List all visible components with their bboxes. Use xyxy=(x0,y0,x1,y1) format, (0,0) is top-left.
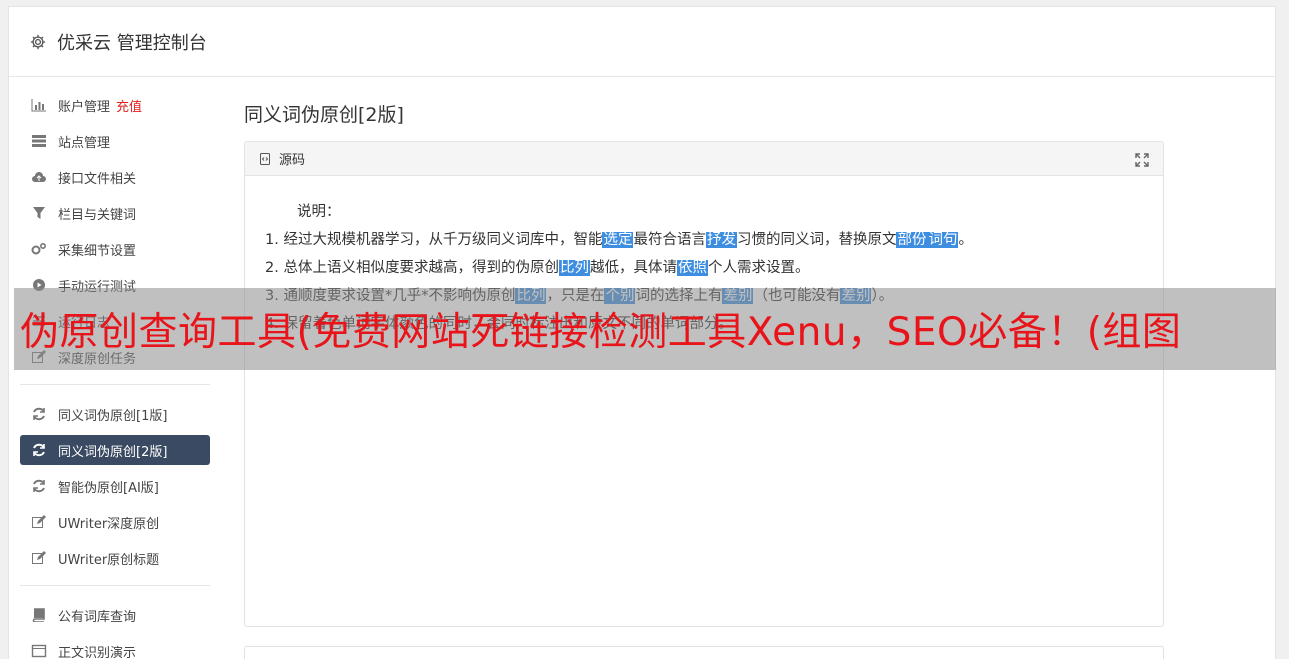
sidebar-item-label: 接口文件相关 xyxy=(58,171,137,187)
page-title: 同义词伪原创[2版] xyxy=(244,104,404,126)
filter-icon xyxy=(30,205,48,221)
text-segment: 。 xyxy=(958,232,973,248)
sidebar: 账户管理充值站点管理接口文件相关栏目与关键词采集细节设置手动运行测试运行日志深度… xyxy=(20,90,210,659)
panel-header: 源码 xyxy=(245,142,1163,176)
app-title: 优采云 管理控制台 xyxy=(57,32,207,54)
sidebar-item-label: UWriter深度原创 xyxy=(58,516,160,532)
highlighted-word: 词句 xyxy=(927,232,959,248)
instruction-line: 2. 总体上语义相似度要求越高，得到的伪原创比列越低，具体请依照个人需求设置。 xyxy=(265,254,1163,282)
refresh-icon xyxy=(30,478,48,494)
highlighted-word: 抒发 xyxy=(705,232,737,248)
sidebar-item[interactable]: UWriter深度原创 xyxy=(20,507,210,537)
gear-icon xyxy=(30,34,46,49)
edit-icon xyxy=(30,550,48,566)
sidebar-item[interactable]: 同义词伪原创[2版] xyxy=(20,435,210,465)
intro-text: 说明： xyxy=(297,204,341,220)
book-icon xyxy=(30,607,48,623)
sidebar-item[interactable]: 采集细节设置 xyxy=(20,234,210,264)
fullscreen-icon[interactable] xyxy=(1135,153,1149,167)
sidebar-item[interactable]: 接口文件相关 xyxy=(20,162,210,192)
sidebar-item-label: 采集细节设置 xyxy=(58,243,137,259)
sidebar-item-label: 正文识别演示 xyxy=(58,645,137,659)
sidebar-item[interactable]: 账户管理 充值 xyxy=(20,90,210,120)
sidebar-item[interactable]: 栏目与关键词 xyxy=(20,198,210,228)
text-segment: 越低，具体请 xyxy=(589,260,677,276)
highlighted-word: 比列 xyxy=(558,260,590,276)
sidebar-item[interactable]: UWriter原创标题 xyxy=(20,543,210,573)
window-icon xyxy=(30,643,48,659)
highlighted-word: 部份 xyxy=(896,232,928,248)
refresh-icon xyxy=(30,442,48,458)
source-panel: 源码 说明： 1. 经过大规模机器学习，从千万级同义词库中，智能选定最符合语言抒… xyxy=(244,141,1164,627)
instruction-line: 1. 经过大规模机器学习，从千万级同义词库中，智能选定最符合语言抒发习惯的同义词… xyxy=(265,226,1163,254)
code-file-icon xyxy=(260,152,270,165)
bar-chart-icon xyxy=(30,97,48,113)
sidebar-item[interactable]: 正文识别演示 xyxy=(20,636,210,659)
sidebar-item-label: 账户管理 xyxy=(58,99,111,115)
cloud-upload-icon xyxy=(30,169,48,185)
text-segment: 最符合语言 xyxy=(633,232,706,248)
sidebar-item[interactable]: 同义词伪原创[1版] xyxy=(20,399,210,429)
watermark-banner: 伪原创查询工具(免费网站死链接检测工具Xenu，SEO必备！(组图 xyxy=(14,288,1276,370)
sidebar-item-label: 站点管理 xyxy=(58,135,111,151)
highlighted-word: 依照 xyxy=(676,260,708,276)
server-icon xyxy=(30,133,48,149)
text-segment: 习惯的同义词，替换原文 xyxy=(736,232,897,248)
text-segment: 2. 总体上语义相似度要求越高，得到的伪原创 xyxy=(265,260,559,276)
panel-header-label: 源码 xyxy=(279,153,306,168)
sidebar-item-label: 公有词库查询 xyxy=(58,609,137,625)
sidebar-divider xyxy=(20,384,210,385)
sidebar-item-label: 栏目与关键词 xyxy=(58,207,137,223)
refresh-icon xyxy=(30,406,48,422)
sidebar-item[interactable]: 智能伪原创[AI版] xyxy=(20,471,210,501)
sidebar-item-label: 智能伪原创[AI版] xyxy=(58,480,159,496)
sidebar-item[interactable]: 站点管理 xyxy=(20,126,210,156)
sidebar-divider xyxy=(20,585,210,586)
sidebar-item-label: UWriter原创标题 xyxy=(58,552,160,568)
sidebar-item[interactable]: 公有词库查询 xyxy=(20,600,210,630)
output-panel xyxy=(244,646,1164,659)
top-bar: 优采云 管理控制台 xyxy=(9,7,1275,77)
gears-icon xyxy=(30,241,48,257)
sidebar-item-label: 同义词伪原创[1版] xyxy=(58,408,168,424)
text-segment: 1. 经过大规模机器学习，从千万级同义词库中，智能 xyxy=(265,232,603,248)
highlighted-word: 选定 xyxy=(602,232,634,248)
banner-text: 伪原创查询工具(免费网站死链接检测工具Xenu，SEO必备！(组图 xyxy=(20,310,1182,355)
sidebar-item-label: 同义词伪原创[2版] xyxy=(58,444,168,460)
text-segment: 个人需求设置。 xyxy=(707,260,810,276)
edit-icon xyxy=(30,514,48,530)
recharge-link[interactable]: 充值 xyxy=(116,96,142,115)
